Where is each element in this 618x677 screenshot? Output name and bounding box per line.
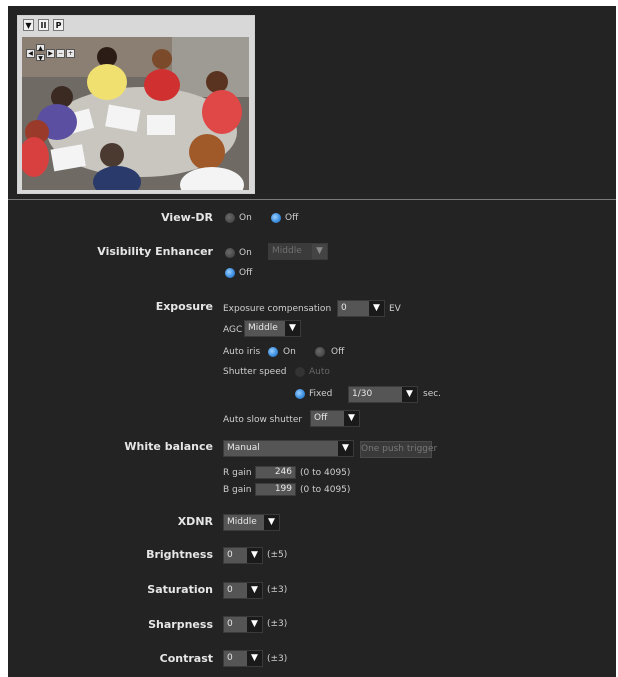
exposure-label: Exposure [155,300,213,313]
auto-iris-off-radio[interactable] [315,347,325,357]
brightness-range: (±5) [267,550,288,560]
view-dr-off-radio[interactable] [271,213,281,223]
agc-select[interactable]: Middle ▼ [244,320,301,337]
contrast-select[interactable]: 0 ▼ [223,650,263,667]
camera-video-image [22,37,249,190]
chevron-down-icon: ▼ [285,321,300,336]
zoom-out-icon[interactable]: − [56,49,65,58]
pause-icon[interactable]: II [38,19,49,31]
chevron-down-icon: ▼ [264,515,279,530]
pan-right-icon[interactable]: ▶ [46,49,55,58]
saturation-label: Saturation [147,583,213,596]
visibility-on-label: On [239,248,252,258]
shutter-speed-value: 1/30 [352,389,373,399]
chevron-down-icon: ▼ [344,411,359,426]
p-icon[interactable]: P [53,19,64,31]
shutter-speed-unit: sec. [423,389,442,399]
saturation-value: 0 [227,585,233,595]
auto-iris-off-label: Off [331,347,345,357]
white-balance-label: White balance [124,440,213,453]
pan-left-icon[interactable]: ◀ [26,49,35,58]
sharpness-value: 0 [227,619,233,629]
shutter-auto-label: Auto [309,367,330,377]
exposure-compensation-select[interactable]: 0 ▼ [337,300,385,317]
white-balance-value: Manual [227,443,260,453]
auto-slow-shutter-select[interactable]: Off ▼ [310,410,360,427]
shutter-fixed-label: Fixed [309,389,333,399]
white-balance-select[interactable]: Manual ▼ [223,440,354,457]
tilt-down-icon[interactable]: ▼ [36,54,45,62]
saturation-select[interactable]: 0 ▼ [223,582,263,599]
shutter-fixed-radio[interactable] [295,389,305,399]
chevron-down-icon: ▼ [402,387,417,402]
sharpness-select[interactable]: 0 ▼ [223,616,263,633]
chevron-down-icon: ▼ [247,651,262,666]
r-gain-range: (0 to 4095) [300,468,351,478]
chevron-down-icon: ▼ [369,301,384,316]
exposure-compensation-unit: EV [389,304,401,314]
b-gain-input[interactable]: 199 [255,483,296,496]
shutter-auto-radio[interactable] [295,367,305,377]
menu-icon[interactable]: ▼ [23,19,34,31]
b-gain-range: (0 to 4095) [300,485,351,495]
auto-slow-shutter-label: Auto slow shutter [223,415,303,425]
sharpness-label: Sharpness [148,618,213,631]
section-divider [8,199,616,200]
chevron-down-icon: ▼ [247,617,262,632]
tilt-up-icon[interactable]: ▲ [36,44,45,52]
xdnr-value: Middle [227,517,257,527]
auto-iris-on-label: On [283,347,296,357]
exposure-compensation-label: Exposure compensation [223,304,332,314]
brightness-select[interactable]: 0 ▼ [223,547,263,564]
visibility-mode-select[interactable]: Middle ▼ [268,243,328,260]
visibility-mode-value: Middle [272,246,302,256]
xdnr-label: XDNR [177,515,213,528]
visibility-off-radio[interactable] [225,268,235,278]
zoom-in-icon[interactable]: + [66,49,75,58]
chevron-down-icon: ▼ [312,244,327,259]
brightness-value: 0 [227,550,233,560]
contrast-label: Contrast [159,652,213,665]
camera-preview: ▼ II P ◀ ▲ ▼ ▶ − + [17,15,255,194]
agc-label: AGC [223,325,243,335]
shutter-speed-label: Shutter speed [223,367,287,377]
b-gain-label: B gain [223,485,252,495]
visibility-enhancer-label: Visibility Enhancer [97,245,213,258]
brightness-label: Brightness [146,548,213,561]
exposure-compensation-value: 0 [341,303,347,313]
r-gain-label: R gain [223,468,252,478]
auto-iris-label: Auto iris [223,347,261,357]
classroom-scene-image [22,37,249,190]
view-dr-on-radio[interactable] [225,213,235,223]
chevron-down-icon: ▼ [338,441,353,456]
xdnr-select[interactable]: Middle ▼ [223,514,280,531]
view-dr-on-label: On [239,213,252,223]
saturation-range: (±3) [267,585,288,595]
sharpness-range: (±3) [267,619,288,629]
visibility-off-label: Off [239,268,253,278]
one-push-trigger-button[interactable]: One push trigger [360,441,437,458]
contrast-value: 0 [227,653,233,663]
contrast-range: (±3) [267,654,288,664]
auto-iris-on-radio[interactable] [268,347,278,357]
auto-slow-shutter-value: Off [314,413,328,423]
visibility-on-radio[interactable] [225,248,235,258]
chevron-down-icon: ▼ [247,583,262,598]
r-gain-input[interactable]: 246 [255,466,296,479]
chevron-down-icon: ▼ [247,548,262,563]
shutter-speed-select[interactable]: 1/30 ▼ [348,386,418,403]
view-dr-off-label: Off [285,213,299,223]
view-dr-label: View-DR [161,211,213,224]
agc-value: Middle [248,323,278,333]
